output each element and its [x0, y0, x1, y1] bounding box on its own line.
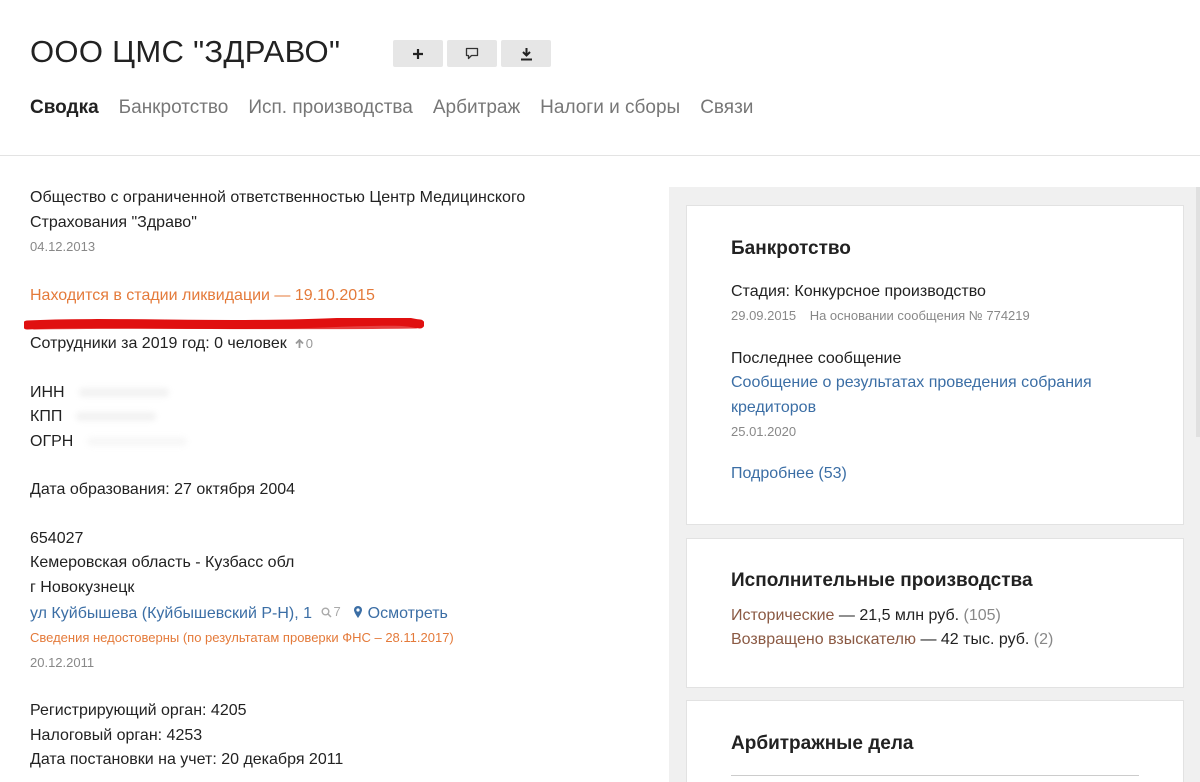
enforcement-returned-row[interactable]: Возвращено взыскателю — 42 тыс. руб. (2): [731, 628, 1139, 653]
enforcement-historical-row[interactable]: Исторические — 21,5 млн руб. (105): [731, 604, 1139, 629]
bankruptcy-stage: Стадия: Конкурсное производство: [731, 282, 986, 300]
map-pin-icon: [354, 605, 363, 618]
tax-authority: Налоговый орган: 4253: [30, 726, 203, 744]
sidebar-edge: [1196, 187, 1200, 437]
add-button[interactable]: [393, 40, 443, 67]
tab-summary[interactable]: Сводка: [30, 97, 99, 119]
full-name-date: 04.12.2013: [30, 239, 96, 254]
plus-icon: [413, 48, 423, 59]
bankruptcy-more-link[interactable]: Подробнее (53): [731, 462, 1139, 487]
address-date: 20.12.2011: [30, 654, 95, 670]
address-postcode: 654027: [30, 529, 84, 547]
arbitration-title: Арбитражные дела: [731, 733, 914, 754]
ogrn-label: ОГРН: [30, 432, 74, 450]
tab-enforcement[interactable]: Исп. производства: [248, 97, 413, 119]
address-search-badge[interactable]: 7: [321, 600, 341, 625]
employees-row: Сотрудники за 2019 год: 0 человек 0: [30, 332, 630, 357]
arbitration-card: Арбитражные дела: [686, 700, 1184, 782]
bankruptcy-card: Банкротство Стадия: Конкурсное производс…: [686, 205, 1184, 525]
tab-arbitration[interactable]: Арбитраж: [433, 97, 520, 119]
enforcement-historical-count: (105): [959, 606, 1001, 624]
inn-label: ИНН: [30, 383, 65, 401]
inn-row: ИНН: [30, 381, 630, 406]
enforcement-returned-value: — 42 тыс. руб.: [916, 631, 1030, 648]
summary-column: Общество с ограниченной ответственностью…: [24, 186, 630, 773]
view-on-map-link[interactable]: Осмотреть: [353, 605, 448, 622]
last-message-label: Последнее сообщение: [731, 349, 902, 367]
tax-registration-date: Дата постановки на учет: 20 декабря 2011: [30, 751, 344, 769]
inn-redacted: [78, 387, 169, 397]
tab-bankruptcy[interactable]: Банкротство: [119, 97, 229, 119]
last-message-link[interactable]: Сообщение о результатах проведения собра…: [731, 371, 1141, 420]
tab-connections[interactable]: Связи: [700, 97, 753, 119]
company-full-name: Общество с ограниченной ответственностью…: [30, 189, 526, 231]
ogrn-redacted: [87, 436, 188, 446]
header-actions: [393, 40, 551, 67]
address-city: г Новокузнецк: [30, 578, 135, 596]
comment-icon: [465, 47, 479, 60]
arbitration-divider: [731, 775, 1139, 776]
ogrn-row: ОГРН: [30, 430, 630, 455]
employees-delta: 0: [295, 332, 313, 357]
bankruptcy-stage-date: 29.09.2015: [731, 308, 797, 323]
liquidation-status: Находится в стадии ликвидации — 19.10.20…: [30, 286, 375, 304]
arrow-up-icon: [295, 339, 304, 349]
enforcement-title: Исполнительные производства: [731, 570, 1033, 591]
bankruptcy-stage-basis: На основании сообщения № 774219: [809, 308, 1030, 323]
kpp-row: КПП: [30, 405, 630, 430]
view-on-map-label: Осмотреть: [367, 604, 448, 622]
download-button[interactable]: [501, 40, 551, 67]
enforcement-card: Исполнительные производства Исторические…: [686, 538, 1184, 688]
address-street-row: ул Куйбышева (Куйбышевский Р-Н), 1 7 Осм…: [30, 600, 630, 626]
address-region: Кемеровская область - Кузбасс обл: [30, 554, 295, 571]
founded-date: Дата образования: 27 октября 2004: [30, 481, 296, 498]
header-divider: [0, 155, 1200, 156]
enforcement-historical-label: Исторические: [731, 606, 835, 624]
search-icon: [321, 607, 332, 618]
enforcement-returned-label: Возвращено взыскателю: [731, 631, 916, 648]
tab-bar: Сводка Банкротство Исп. производства Арб…: [30, 97, 753, 119]
address-street-link[interactable]: ул Куйбышева (Куйбышевский Р-Н), 1: [30, 605, 312, 622]
red-underline-annotation: [24, 318, 424, 330]
comment-button[interactable]: [447, 40, 497, 67]
kpp-label: КПП: [30, 408, 63, 425]
kpp-redacted: [76, 412, 157, 422]
registrar: Регистрирующий орган: 4205: [30, 702, 247, 720]
enforcement-historical-value: — 21,5 млн руб.: [834, 606, 960, 624]
tab-taxes[interactable]: Налоги и сборы: [540, 97, 680, 119]
address-warning: Сведения недостоверны (по результатам пр…: [30, 630, 454, 646]
last-message-date: 25.01.2020: [731, 424, 797, 439]
download-icon: [520, 47, 532, 60]
page-title: ООО ЦМС "ЗДРАВО": [30, 34, 341, 69]
employees-delta-value: 0: [305, 336, 313, 351]
enforcement-returned-count: (2): [1029, 631, 1054, 648]
bankruptcy-stage-meta: 29.09.2015 На основании сообщения № 7742…: [731, 304, 1139, 329]
address-search-count: 7: [333, 604, 341, 619]
bankruptcy-title: Банкротство: [731, 238, 851, 259]
employees-count: Сотрудники за 2019 год: 0 человек: [30, 335, 287, 352]
